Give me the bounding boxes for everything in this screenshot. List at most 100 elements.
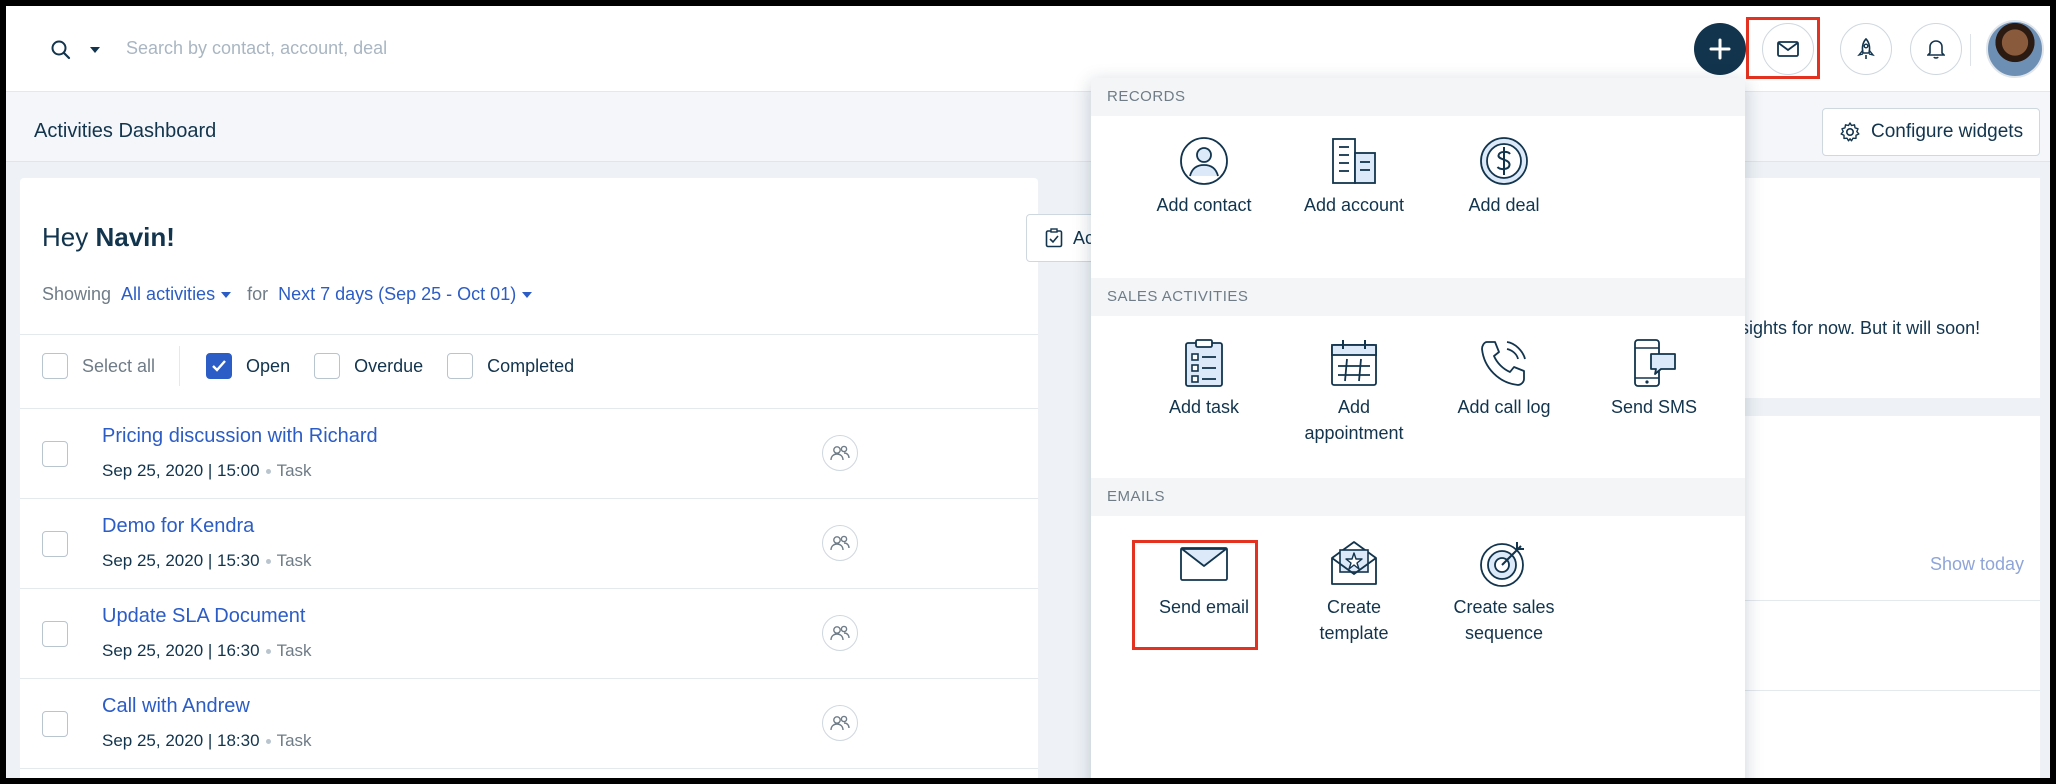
page-title: Activities Dashboard	[34, 120, 217, 142]
row-checkbox[interactable]	[42, 441, 68, 467]
insights-widget	[1740, 178, 2040, 398]
configure-widgets-label: Configure widgets	[1871, 121, 2024, 142]
separator-dot	[265, 469, 271, 475]
divider	[20, 334, 1038, 335]
greeting-prefix: Hey	[42, 222, 89, 252]
separator-dot	[265, 649, 271, 655]
create-sales-sequence-item[interactable]: Create sales sequence	[1429, 538, 1579, 646]
create-template-item[interactable]: Create template	[1279, 538, 1429, 646]
insights-empty-text: sights for now. But it will soon!	[1740, 318, 1981, 338]
add-task-item[interactable]: Add task	[1129, 338, 1279, 420]
rocket-icon	[1857, 38, 1875, 59]
overdue-label: Overdue	[354, 355, 424, 376]
attendees-button[interactable]	[822, 705, 858, 741]
show-today-link[interactable]: Show today	[1930, 554, 2024, 575]
date-range-label: Next 7 days (Sep 25 - Oct 01)	[278, 284, 517, 304]
email-button-highlight	[1746, 17, 1820, 79]
activity-title-link[interactable]: Pricing discussion with Richard	[102, 425, 378, 448]
activity-title-link[interactable]: Demo for Kendra	[102, 515, 254, 538]
activity-meta: Sep 25, 2020 | 16:30 Task	[102, 641, 312, 661]
scope-filter-label: All activities	[121, 284, 216, 304]
date-range-filter[interactable]: Next 7 days (Sep 25 - Oct 01)	[278, 284, 533, 305]
records-section-heading: RECORDS	[1091, 78, 1745, 116]
add-call-log-item[interactable]: Add call log	[1429, 338, 1579, 420]
select-all-checkbox[interactable]	[42, 353, 68, 379]
open-checkbox[interactable]	[206, 353, 233, 379]
activity-meta: Sep 25, 2020 | 15:30 Task	[102, 551, 312, 571]
checkmark-icon	[212, 360, 226, 372]
activity-row: Demo for Kendra Sep 25, 2020 | 15:30 Task	[20, 498, 1038, 588]
building-icon	[1332, 138, 1376, 184]
quick-add-button[interactable]	[1694, 23, 1746, 75]
chevron-down-icon	[522, 292, 533, 299]
completed-filter[interactable]: Completed	[447, 353, 574, 379]
row-checkbox[interactable]	[42, 531, 68, 557]
activity-title-link[interactable]: Update SLA Document	[102, 605, 305, 628]
scope-filter[interactable]: All activities	[121, 284, 232, 305]
attendees-button[interactable]	[822, 615, 858, 651]
activity-datetime: Sep 25, 2020 | 15:30	[102, 551, 260, 570]
upcoming-widget	[1740, 416, 2040, 778]
divider	[20, 768, 1038, 769]
add-appointment-label-2: appointment	[1304, 423, 1404, 443]
bell-icon	[1927, 40, 1945, 59]
people-icon	[830, 715, 850, 731]
quick-add-menu: RECORDS Add contact Add account Add deal…	[1091, 78, 1745, 778]
add-appointment-label-1: Add	[1337, 397, 1371, 417]
row-checkbox[interactable]	[42, 621, 68, 647]
search-scope-caret-icon[interactable]	[88, 42, 102, 60]
row-checkbox[interactable]	[42, 711, 68, 737]
template-envelope-icon	[1331, 541, 1377, 585]
add-deal-item[interactable]: Add deal	[1429, 136, 1579, 218]
contact-icon	[1180, 137, 1228, 185]
greeting: Hey Navin!	[42, 222, 175, 253]
greeting-name: Navin!	[95, 222, 175, 252]
activity-datetime: Sep 25, 2020 | 18:30	[102, 731, 260, 750]
target-icon	[1480, 542, 1524, 587]
add-contact-label: Add contact	[1156, 195, 1252, 215]
activity-title-link[interactable]: Call with Andrew	[102, 695, 250, 718]
avatar[interactable]	[1986, 20, 2044, 78]
add-appointment-item[interactable]: Add appointment	[1279, 338, 1429, 446]
gear-icon	[1840, 122, 1860, 142]
open-filter[interactable]: Open	[206, 353, 290, 379]
select-all[interactable]: Select all	[42, 353, 155, 379]
configure-widgets-button[interactable]: Configure widgets	[1822, 108, 2040, 156]
search-icon[interactable]	[50, 39, 72, 66]
activity-type: Task	[276, 551, 312, 570]
create-template-label-2: template	[1319, 623, 1389, 643]
add-account-label: Add account	[1303, 195, 1405, 215]
completed-checkbox[interactable]	[447, 353, 474, 379]
add-deal-label: Add deal	[1468, 195, 1540, 215]
overdue-filter[interactable]: Overdue	[314, 353, 423, 379]
attendees-button[interactable]	[822, 525, 858, 561]
activity-row: Call with Andrew Sep 25, 2020 | 18:30 Tas…	[20, 678, 1038, 768]
overdue-checkbox[interactable]	[314, 353, 341, 379]
activity-filters: Showing All activities for Next 7 days (…	[42, 284, 533, 305]
add-account-item[interactable]: Add account	[1279, 136, 1429, 218]
app-frame: Activities Dashboard Configure widgets H…	[6, 6, 2050, 778]
people-icon	[830, 625, 850, 641]
send-sms-label: Send SMS	[1610, 397, 1698, 417]
add-call-log-label: Add call log	[1457, 397, 1551, 417]
activity-type: Task	[276, 641, 312, 660]
dollar-coin-icon	[1480, 137, 1528, 185]
divider	[1970, 34, 1971, 66]
divider	[1740, 690, 2040, 691]
create-sales-sequence-label-2: sequence	[1464, 623, 1544, 643]
sms-phone-icon	[1634, 339, 1676, 387]
clipboard-icon	[1185, 339, 1223, 387]
notifications-button[interactable]	[1910, 23, 1962, 75]
sales-activities-section-heading: SALES ACTIVITIES	[1091, 278, 1745, 316]
send-sms-item[interactable]: Send SMS	[1579, 338, 1729, 420]
activity-datetime: Sep 25, 2020 | 16:30	[102, 641, 260, 660]
separator-dot	[265, 739, 271, 745]
search-input[interactable]	[126, 30, 686, 66]
people-icon	[830, 445, 850, 461]
rocket-button[interactable]	[1840, 23, 1892, 75]
attendees-button[interactable]	[822, 435, 858, 471]
add-contact-item[interactable]: Add contact	[1129, 136, 1279, 218]
divider	[1740, 600, 2040, 601]
people-icon	[830, 535, 850, 551]
phone-call-icon	[1481, 341, 1526, 386]
